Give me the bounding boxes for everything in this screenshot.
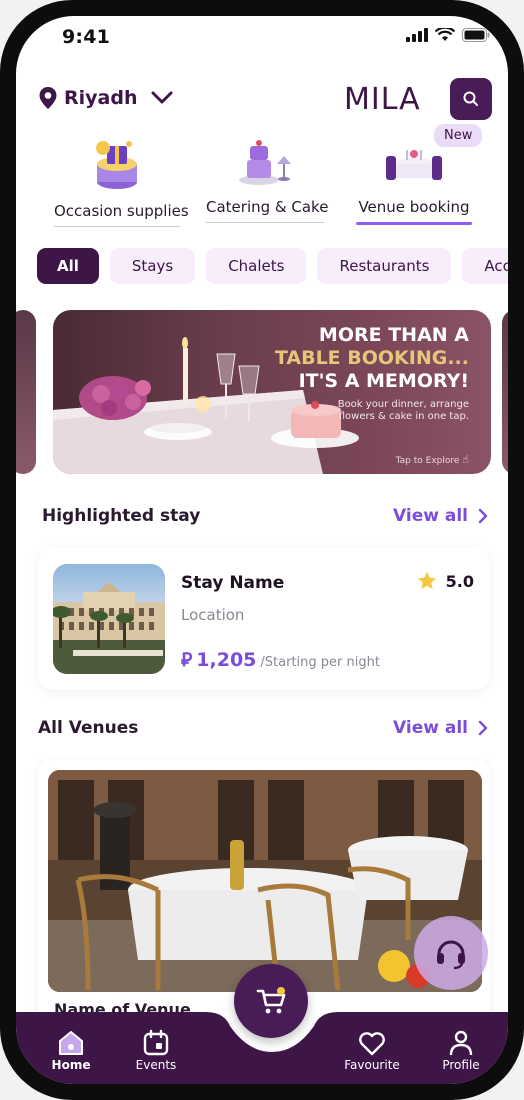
signal-icon <box>406 28 428 42</box>
filter-chip-all[interactable]: All <box>37 248 99 284</box>
stay-price: ⃁ 1,205 /Starting per night <box>181 648 380 672</box>
gift-cake-icon <box>96 141 137 189</box>
filter-chip-restaurants[interactable]: Restaurants <box>317 248 452 284</box>
heart-icon <box>359 1032 385 1056</box>
status-icons <box>406 28 490 42</box>
price-value: 1,205 <box>196 649 257 671</box>
battery-icon <box>462 28 490 42</box>
banner-next-peek[interactable] <box>502 310 508 474</box>
app-screen: 9:41 Riyadh MILA Occasion supplies Cater… <box>16 16 508 1084</box>
location-pin-icon <box>39 87 57 109</box>
nav-home[interactable]: Home <box>46 1028 96 1072</box>
support-button[interactable] <box>414 916 488 990</box>
cart-button[interactable] <box>234 964 308 1038</box>
nav-events[interactable]: Events <box>128 1028 184 1072</box>
hotel-building-illustration <box>53 582 165 674</box>
stay-location: Location <box>181 606 245 624</box>
category-underline <box>206 222 324 223</box>
filter-chip-accommodation[interactable]: Accomm <box>462 248 508 284</box>
banner-prev-peek[interactable] <box>16 310 36 474</box>
nav-profile[interactable]: Profile <box>436 1028 486 1072</box>
stay-card[interactable]: Stay Name Location ⃁ 1,205 /Starting per… <box>38 548 490 690</box>
banner-line-1: MORE THAN A <box>318 324 469 346</box>
chevron-right-icon <box>478 508 488 524</box>
new-badge: New <box>434 124 483 147</box>
view-all-label: View all <box>393 718 468 738</box>
status-time: 9:41 <box>62 26 111 48</box>
star-icon <box>417 571 436 590</box>
profile-icon <box>449 1030 473 1056</box>
headset-icon <box>437 940 465 970</box>
app-logo: MILA <box>344 82 421 117</box>
category-label: Venue booking <box>358 198 470 216</box>
search-icon <box>463 91 478 106</box>
calendar-icon <box>143 1029 169 1056</box>
stay-name: Stay Name <box>181 573 285 593</box>
highlighted-stay-title: Highlighted stay <box>42 506 201 526</box>
tap-to-explore-label: Tap to Explore <box>395 456 460 466</box>
all-venues-title: All Venues <box>38 718 139 738</box>
promo-banner[interactable]: MORE THAN A TABLE BOOKING... IT'S A MEMO… <box>53 310 491 474</box>
highlighted-view-all-link[interactable]: View all <box>393 506 488 526</box>
banner-subtext-2: flowers & cake in one tap. <box>338 411 469 422</box>
nav-events-label: Events <box>135 1058 177 1072</box>
filter-chips: All Stays Chalets Restaurants Accomm <box>37 248 508 284</box>
nav-profile-label: Profile <box>442 1058 480 1072</box>
category-underline <box>54 226 180 227</box>
currency-symbol: ⃁ <box>181 649 193 671</box>
nav-favourite[interactable]: Favourite <box>336 1028 408 1072</box>
view-all-label: View all <box>393 506 468 526</box>
home-icon <box>59 1031 83 1055</box>
banner-headline: MORE THAN A TABLE BOOKING... IT'S A MEMO… <box>275 324 469 423</box>
wifi-icon <box>435 28 455 41</box>
nav-home-label: Home <box>51 1058 91 1072</box>
filter-chip-stays[interactable]: Stays <box>109 248 196 284</box>
banner-line-2: TABLE BOOKING... <box>274 347 469 369</box>
category-occasion-supplies[interactable]: Occasion supplies <box>54 134 189 227</box>
banner-line-3: IT'S A MEMORY! <box>298 370 469 392</box>
location-label: Riyadh <box>64 87 138 109</box>
nav-favourite-label: Favourite <box>344 1058 400 1072</box>
stay-photo <box>53 564 165 674</box>
banner-tap-hint: Tap to Explore ☝ <box>396 453 469 466</box>
venues-view-all-link[interactable]: View all <box>393 718 488 738</box>
cake-stand-icon <box>239 140 291 185</box>
tap-hand-icon: ☝ <box>462 453 469 466</box>
chevron-right-icon <box>478 720 488 736</box>
category-catering-cake[interactable]: Catering & Cake <box>206 134 329 223</box>
stay-rating: 5.0 <box>416 570 474 592</box>
banner-subtext-1: Book your dinner, arrange <box>337 399 469 410</box>
category-label: Occasion supplies <box>54 202 189 220</box>
phone-frame: 9:41 Riyadh MILA Occasion supplies Cater… <box>0 0 524 1100</box>
category-label: Catering & Cake <box>206 198 329 216</box>
chevron-down-icon <box>151 91 173 104</box>
category-underline-active <box>356 222 472 225</box>
category-venue-booking[interactable]: Venue booking <box>356 134 472 225</box>
cart-icon <box>256 987 286 1014</box>
filter-chip-chalets[interactable]: Chalets <box>206 248 307 284</box>
search-button[interactable] <box>450 78 492 120</box>
rating-value: 5.0 <box>445 571 474 591</box>
price-note: /Starting per night <box>260 655 380 670</box>
location-selector[interactable]: Riyadh <box>38 86 173 110</box>
